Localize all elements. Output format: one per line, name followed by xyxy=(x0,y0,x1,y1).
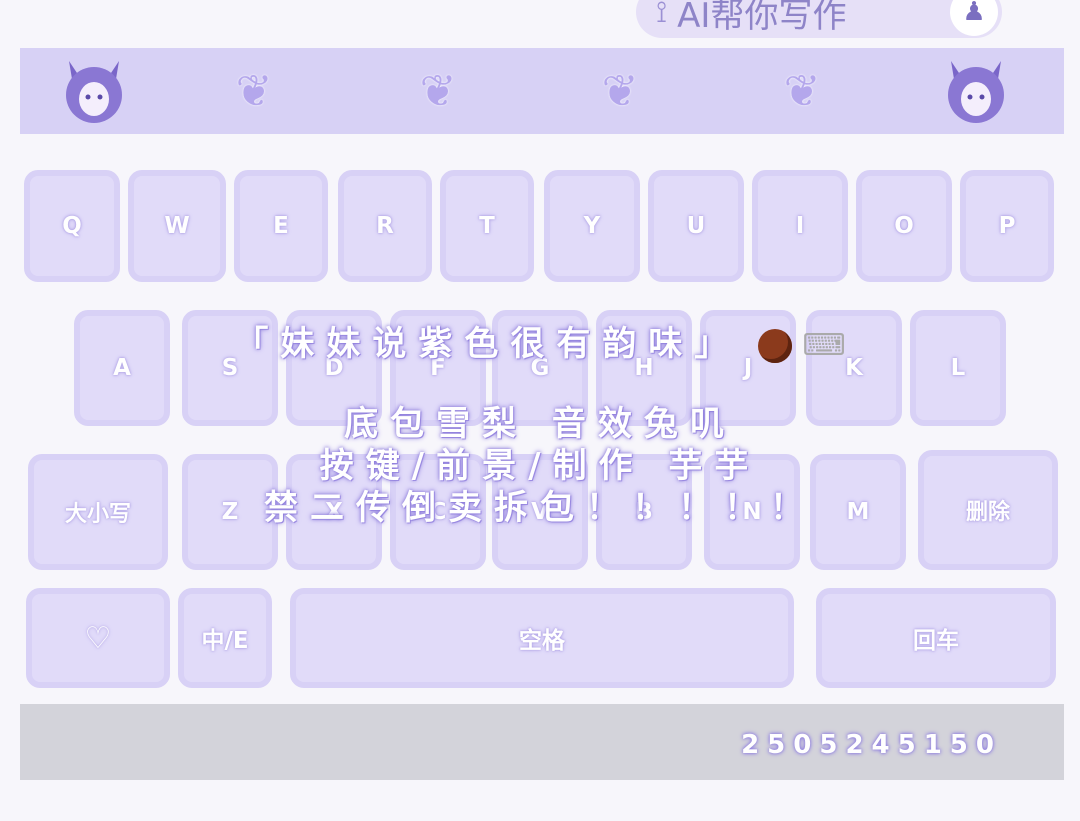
key-q[interactable]: Q xyxy=(24,170,120,282)
winged-heart-icon[interactable]: ❦ xyxy=(764,54,840,128)
space-key[interactable]: 空格 xyxy=(290,588,794,688)
theme-code: 2505245150 xyxy=(741,730,1002,760)
enter-key[interactable]: 回车 xyxy=(816,588,1056,688)
key-u[interactable]: U xyxy=(648,170,744,282)
key-r[interactable]: R xyxy=(338,170,432,282)
chestnut-icon xyxy=(758,328,793,363)
key-i[interactable]: I xyxy=(752,170,848,282)
user-lock-icon[interactable]: ♟ xyxy=(950,0,998,36)
key-o[interactable]: O xyxy=(856,170,952,282)
key-t[interactable]: T xyxy=(440,170,534,282)
ai-writing-label: AI帮你写作 xyxy=(677,0,847,36)
catgirl-avatar-icon[interactable] xyxy=(56,54,132,128)
keyboard-toolbar: ❦ ❦ ❦ ❦ xyxy=(20,48,1064,134)
winged-heart-icon[interactable]: ❦ xyxy=(582,54,658,128)
key-e[interactable]: E xyxy=(234,170,328,282)
winged-heart-icon[interactable]: ❦ xyxy=(216,54,292,128)
credits-line-1: 「妹妹说紫色很有韵味」 xyxy=(234,324,741,364)
winged-heart-icon[interactable]: ❦ xyxy=(400,54,476,128)
ai-writing-button[interactable]: ⟟ AI帮你写作 ♟ xyxy=(636,0,1002,38)
key-p[interactable]: P xyxy=(960,170,1054,282)
key-w[interactable]: W xyxy=(128,170,226,282)
credits-line-4: 禁二传倒卖拆包！！！！！ xyxy=(264,488,816,528)
catgirl-avatar-icon[interactable] xyxy=(938,54,1014,128)
emoji-key[interactable]: ♡ xyxy=(26,588,170,688)
key-y[interactable]: Y xyxy=(544,170,640,282)
brain-icon: ⟟ xyxy=(656,0,668,30)
keyboard-icon: ⌨ xyxy=(802,328,846,363)
lang-switch-key[interactable]: 中/E xyxy=(178,588,272,688)
bottom-banner: 2505245150 xyxy=(20,704,1064,780)
